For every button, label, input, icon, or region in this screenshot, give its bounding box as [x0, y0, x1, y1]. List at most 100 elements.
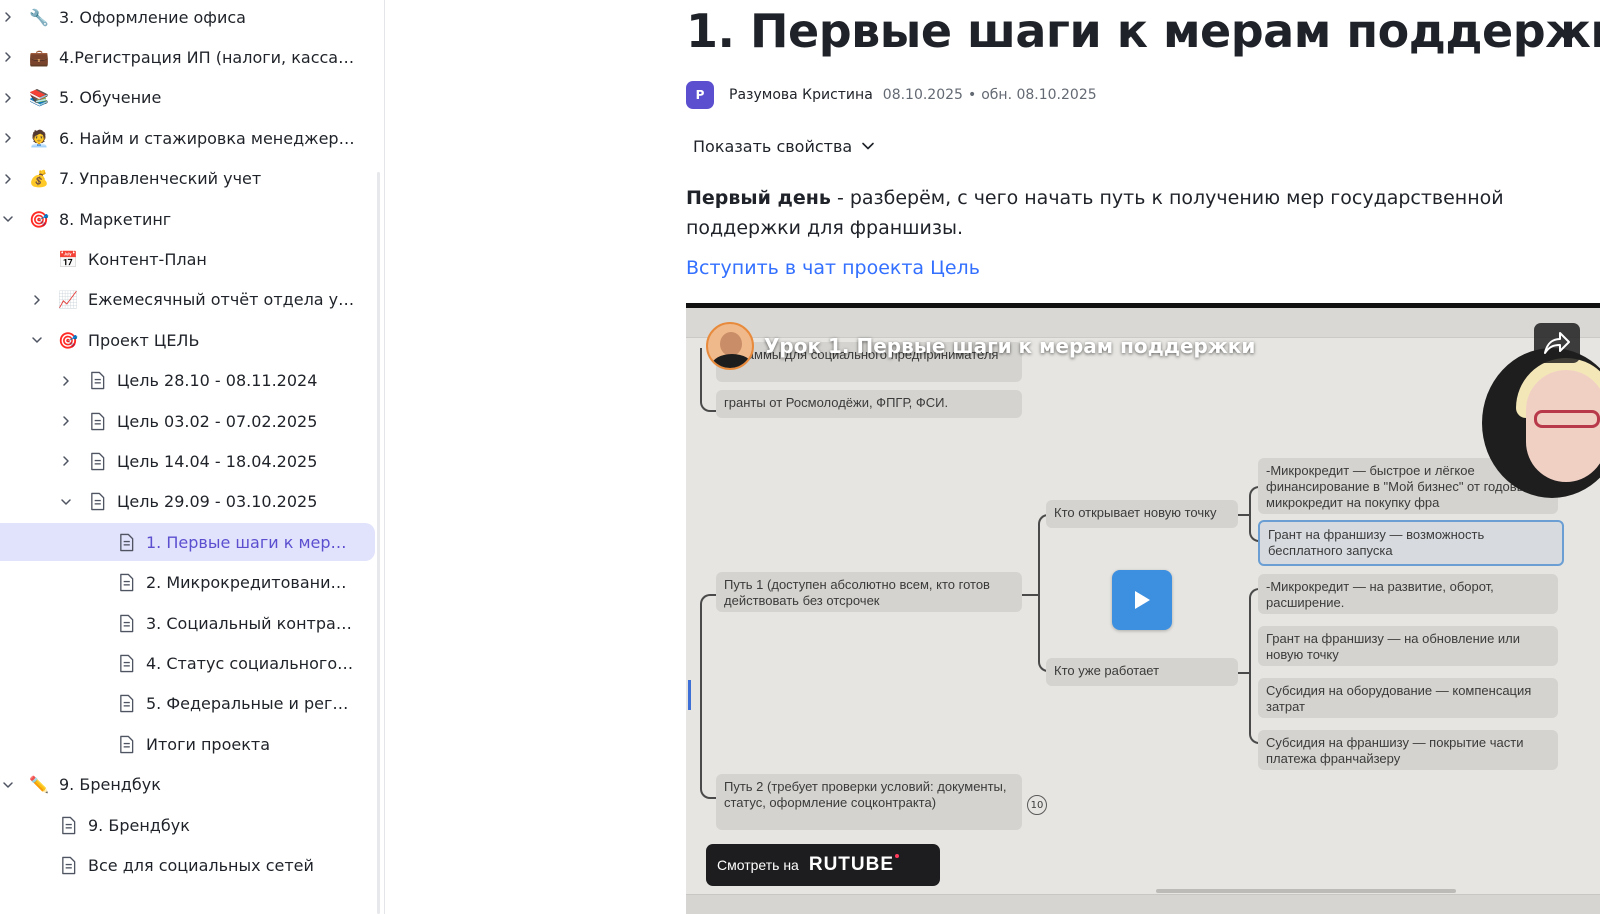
- expand-toggle[interactable]: [59, 454, 73, 468]
- sidebar-item-label: 9. Брендбук: [88, 815, 190, 835]
- author-name[interactable]: Разумова Кристина: [729, 87, 873, 103]
- chevron-right-icon: [5, 12, 11, 22]
- channel-avatar[interactable]: [706, 322, 754, 370]
- sidebar-item[interactable]: Цель 29.09 - 03.10.2025: [0, 483, 317, 521]
- mindmap-connector: [1022, 594, 1038, 596]
- expand-toggle: [88, 697, 102, 711]
- sidebar-item[interactable]: 9. Брендбук: [0, 806, 190, 844]
- sidebar-item-label: 4.Регистрация ИП (налоги, касса, э...: [59, 47, 356, 67]
- document-icon: [115, 573, 137, 593]
- document-icon: [86, 411, 108, 431]
- chevron-down-icon: [32, 337, 42, 343]
- mindmap-connector: [700, 594, 718, 799]
- document-icon: [115, 613, 137, 633]
- sidebar-item-label: 1. Первые шаги к мерам...: [146, 532, 356, 552]
- sidebar-scrollbar[interactable]: [377, 172, 380, 914]
- chart-up-icon: 📈: [58, 290, 78, 310]
- briefcase-icon: 💼: [29, 47, 49, 67]
- sidebar-item[interactable]: 1. Первые шаги к мерам...: [0, 523, 375, 562]
- sidebar-item[interactable]: Все для социальных сетей: [0, 846, 314, 884]
- sidebar-item[interactable]: 📈 Ежемесячный отчёт отдела уда...: [0, 281, 356, 319]
- expand-toggle[interactable]: [1, 172, 15, 186]
- play-button[interactable]: [1112, 570, 1172, 630]
- target-icon: 🎯: [58, 330, 78, 350]
- target-icon: 🎯: [29, 209, 49, 229]
- chevron-right-icon: [5, 133, 11, 143]
- expand-toggle: [88, 616, 102, 630]
- sidebar-item-label: Цель 14.04 - 18.04.2025: [117, 451, 318, 471]
- chevron-right-icon: [34, 295, 40, 305]
- sidebar-item[interactable]: Цель 28.10 - 08.11.2024: [0, 362, 317, 400]
- expand-toggle[interactable]: [1, 212, 15, 226]
- pencil-icon: ✏️: [29, 775, 49, 795]
- sidebar-item-label: 3. Оформление офиса: [59, 7, 246, 27]
- expand-toggle[interactable]: [59, 495, 73, 509]
- books-icon: 📚: [29, 88, 49, 108]
- expand-toggle[interactable]: [1, 778, 15, 792]
- expand-toggle[interactable]: [30, 293, 44, 307]
- expand-toggle: [88, 535, 102, 549]
- video-screen-statusbar: [686, 894, 1600, 914]
- sidebar-item[interactable]: ✏️ 9. Брендбук: [0, 766, 161, 804]
- share-button[interactable]: [1534, 323, 1580, 363]
- sidebar-item[interactable]: 2. Микрокредитование, ...: [0, 564, 356, 602]
- mindmap-node: Путь 1 (доступен абсолютно всем, кто гот…: [716, 572, 1022, 612]
- expand-toggle: [30, 858, 44, 872]
- intro-paragraph: Первый день - разберём, с чего начать пу…: [686, 183, 1600, 243]
- play-icon: [1135, 591, 1150, 609]
- sidebar-item[interactable]: 📅 Контент-План: [0, 240, 207, 278]
- expand-toggle[interactable]: [1, 10, 15, 24]
- expand-toggle: [88, 576, 102, 590]
- document-icon: [57, 815, 79, 835]
- author-row: Р Разумова Кристина 08.10.2025 • обн. 08.1…: [686, 80, 1097, 110]
- sidebar-item[interactable]: 🎯 Проект ЦЕЛЬ: [0, 321, 199, 359]
- sidebar-item[interactable]: 💰 7. Управленческий учет: [0, 160, 261, 198]
- mindmap-node: -Микрокредит — на развитие, оборот, расш…: [1258, 574, 1558, 614]
- intro-bold: Первый день: [686, 187, 831, 209]
- expand-toggle[interactable]: [59, 414, 73, 428]
- presenter-glasses: [1534, 410, 1600, 428]
- mindmap-connector: [688, 680, 691, 710]
- sidebar-item[interactable]: 🔧 3. Оформление офиса: [0, 0, 246, 36]
- avatar[interactable]: Р: [686, 81, 714, 109]
- sidebar-item[interactable]: 4. Статус социального п...: [0, 644, 356, 682]
- video-embed[interactable]: ...граммы для социального предпринимател…: [686, 303, 1600, 914]
- expand-toggle[interactable]: [59, 374, 73, 388]
- sidebar-item[interactable]: Цель 03.02 - 07.02.2025: [0, 402, 317, 440]
- document-icon: [86, 451, 108, 471]
- expand-toggle[interactable]: [1, 131, 15, 145]
- expand-toggle: [88, 737, 102, 751]
- chat-link[interactable]: Вступить в чат проекта Цель: [686, 257, 980, 279]
- sidebar-item[interactable]: Итоги проекта: [0, 725, 270, 763]
- sidebar-item[interactable]: 📚 5. Обучение: [0, 79, 161, 117]
- rutube-logo: RUTUBE: [808, 854, 895, 875]
- mindmap-node-highlighted: Грант на франшизу — возможность бесплатн…: [1258, 520, 1564, 566]
- channel-avatar-head: [720, 332, 742, 356]
- chevron-down-icon: [3, 216, 13, 222]
- mindmap-node: Грант на франшизу — на обновление или но…: [1258, 626, 1558, 666]
- sidebar-item[interactable]: 3. Социальный контракт:...: [0, 604, 356, 642]
- watch-on-rutube-button[interactable]: Смотреть на RUTUBE: [706, 844, 940, 886]
- chevron-right-icon: [5, 52, 11, 63]
- document-icon: [57, 855, 79, 875]
- video-scrollbar[interactable]: [1156, 889, 1456, 893]
- sidebar-item-label: Контент-План: [88, 249, 207, 269]
- expand-toggle[interactable]: [1, 50, 15, 64]
- chevron-down-icon: [61, 499, 71, 505]
- sidebar-item-label: 8. Маркетинг: [59, 209, 172, 229]
- video-title[interactable]: Урок 1. Первые шаги к мерам поддержки: [764, 334, 1255, 358]
- calendar-icon: 📅: [58, 249, 78, 269]
- sidebar-item[interactable]: Цель 14.04 - 18.04.2025: [0, 442, 317, 480]
- sidebar-item[interactable]: 5. Федеральные и регио...: [0, 685, 356, 723]
- sidebar-item[interactable]: 💼 4.Регистрация ИП (налоги, касса, э...: [0, 38, 356, 76]
- sidebar-item-label: 5. Федеральные и регио...: [146, 694, 356, 714]
- expand-toggle[interactable]: [30, 333, 44, 347]
- sidebar-item[interactable]: 🎯 8. Маркетинг: [0, 200, 171, 238]
- show-properties-button[interactable]: Показать свойства: [693, 134, 875, 158]
- expand-toggle[interactable]: [1, 91, 15, 105]
- document-icon: [115, 694, 137, 714]
- page-title: 1. Первые шаги к мерам поддержки: [686, 4, 1600, 58]
- sidebar-item[interactable]: 🧑‍💼 6. Найм и стажировка менеджера ...: [0, 119, 356, 157]
- updated-date: обн. 08.10.2025: [981, 87, 1097, 103]
- mindmap-node: Субсидия на франшизу — покрытие части пл…: [1258, 730, 1558, 770]
